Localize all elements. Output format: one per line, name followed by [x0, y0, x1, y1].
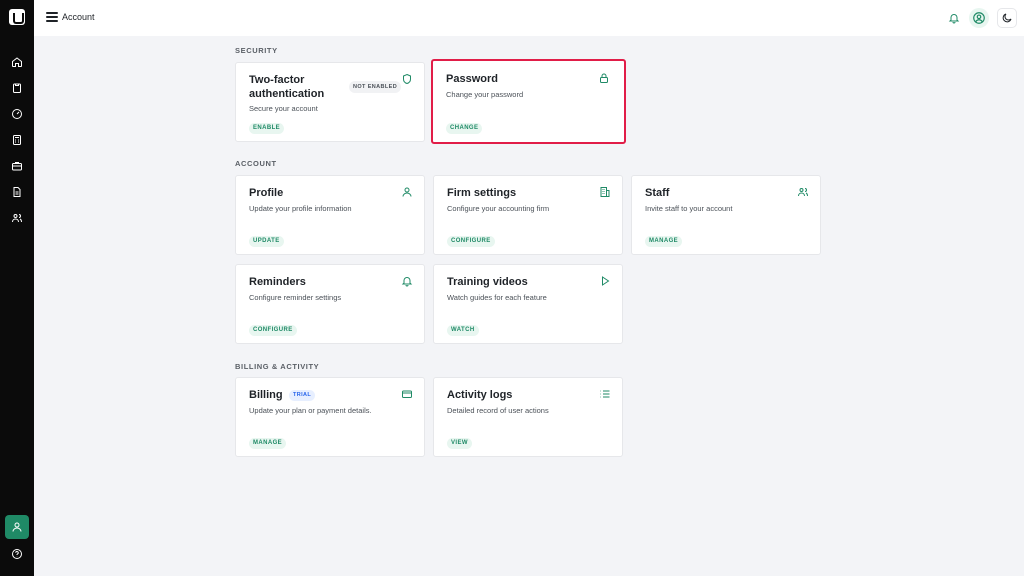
activity-logs-card[interactable]: Activity logs Detailed record of user ac…	[433, 377, 623, 457]
bell-icon	[401, 274, 413, 287]
profile-card[interactable]: Profile Update your profile information …	[235, 175, 425, 255]
manage-button[interactable]: MANAGE	[645, 236, 683, 247]
account-user-icon[interactable]	[5, 515, 29, 539]
card-subtitle: Detailed record of user actions	[447, 406, 549, 415]
trial-badge: TRIAL	[289, 390, 316, 401]
card-subtitle: Change your password	[446, 90, 524, 99]
calculator-icon[interactable]	[9, 132, 25, 148]
menu-icon[interactable]	[46, 12, 58, 24]
firm-settings-card[interactable]: Firm settings Configure your accounting …	[433, 175, 623, 255]
card-subtitle: Secure your account	[249, 104, 318, 113]
card-title: Two-factor authentication	[249, 74, 325, 100]
configure-button[interactable]: CONFIGURE	[447, 236, 495, 247]
watch-button[interactable]: WATCH	[447, 325, 479, 336]
dark-mode-toggle-icon[interactable]	[997, 8, 1017, 28]
users-icon	[797, 185, 809, 197]
change-button[interactable]: CHANGE	[446, 123, 483, 134]
left-rail	[0, 0, 34, 576]
account-settings: SECURITY Two-factor authentication NOT E…	[34, 36, 1024, 576]
status-badge: NOT ENABLED	[349, 81, 402, 93]
card-subtitle: Invite staff to your account	[645, 204, 733, 213]
top-bar: Account	[34, 0, 1024, 36]
brand-logo[interactable]	[9, 9, 25, 25]
section-security-label: SECURITY	[235, 46, 278, 55]
page-title: Account	[62, 12, 95, 22]
play-icon	[599, 274, 611, 286]
section-account-label: ACCOUNT	[235, 159, 277, 168]
credit-card-icon	[401, 387, 413, 399]
notification-bell-icon[interactable]	[948, 11, 962, 25]
card-title: Reminders	[249, 276, 306, 288]
reminders-card[interactable]: Reminders Configure reminder settings CO…	[235, 264, 425, 344]
card-title: Profile	[249, 187, 284, 199]
profile-avatar-icon[interactable]	[969, 8, 989, 28]
list-icon	[599, 387, 611, 399]
card-subtitle: Watch guides for each feature	[447, 293, 547, 302]
card-subtitle: Configure your accounting firm	[447, 204, 550, 213]
card-title: Activity logs	[447, 389, 513, 401]
document-icon[interactable]	[9, 184, 25, 200]
gauge-icon[interactable]	[9, 106, 25, 122]
card-subtitle: Configure reminder settings	[249, 293, 342, 302]
view-button[interactable]: VIEW	[447, 438, 472, 449]
training-videos-card[interactable]: Training videos Watch guides for each fe…	[433, 264, 623, 344]
help-icon[interactable]	[9, 546, 25, 562]
card-title: Staff	[645, 187, 670, 199]
card-title: Password	[446, 73, 498, 85]
update-button[interactable]: UPDATE	[249, 236, 284, 247]
card-title: Training videos	[447, 276, 528, 288]
section-billing-label: BILLING & ACTIVITY	[235, 362, 320, 371]
password-card[interactable]: Password Change your password CHANGE	[431, 59, 626, 144]
configure-button[interactable]: CONFIGURE	[249, 325, 297, 336]
card-subtitle: Update your profile information	[249, 204, 352, 213]
billing-card[interactable]: Billing TRIAL Update your plan or paymen…	[235, 377, 425, 457]
two-factor-card[interactable]: Two-factor authentication NOT ENABLED Se…	[235, 62, 425, 142]
card-subtitle: Update your plan or payment details.	[249, 406, 372, 415]
shield-icon	[401, 72, 413, 85]
home-icon[interactable]	[9, 54, 25, 70]
user-icon	[401, 185, 413, 197]
lock-icon	[598, 71, 610, 83]
staff-card[interactable]: Staff Invite staff to your account MANAG…	[631, 175, 821, 255]
manage-button[interactable]: MANAGE	[249, 438, 287, 449]
briefcase-icon[interactable]	[9, 158, 25, 174]
users-icon[interactable]	[9, 210, 25, 226]
building-icon	[599, 185, 611, 197]
clipboard-icon[interactable]	[9, 80, 25, 96]
card-title: Billing	[249, 389, 283, 401]
card-title: Firm settings	[447, 187, 517, 199]
enable-button[interactable]: ENABLE	[249, 123, 285, 134]
